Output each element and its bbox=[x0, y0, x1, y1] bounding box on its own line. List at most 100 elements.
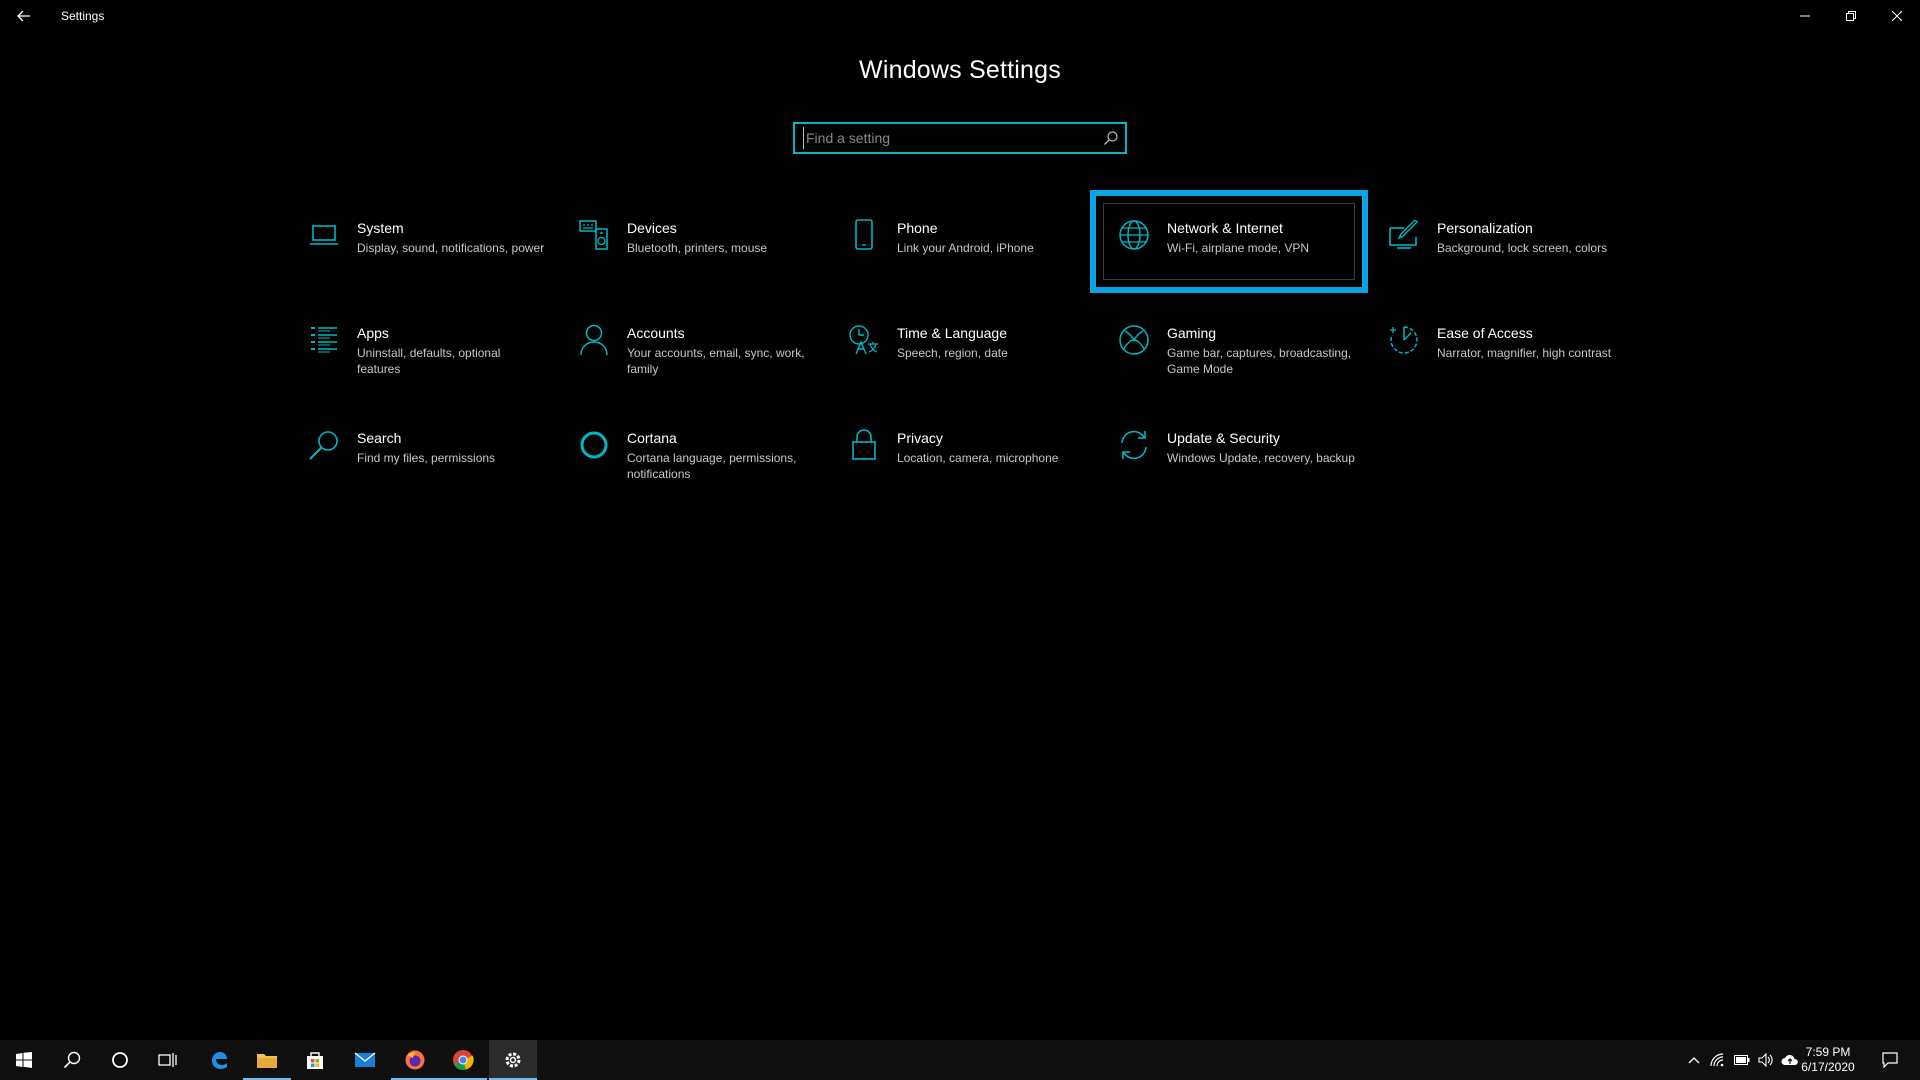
store-button[interactable] bbox=[291, 1040, 339, 1080]
restore-icon bbox=[1846, 11, 1856, 21]
task-view-button[interactable] bbox=[144, 1040, 192, 1080]
category-name: Privacy bbox=[897, 430, 943, 446]
category-personalization[interactable]: Personalization Background, lock screen,… bbox=[1387, 218, 1647, 308]
category-desc: Link your Android, iPhone bbox=[897, 241, 1034, 255]
category-update-security[interactable]: Update & Security Windows Update, recove… bbox=[1117, 428, 1377, 518]
category-name: Phone bbox=[897, 220, 938, 236]
search-box[interactable] bbox=[793, 122, 1127, 154]
clock-date: 6/17/2020 bbox=[1801, 1060, 1855, 1074]
category-name: Apps bbox=[357, 325, 389, 341]
gear-icon bbox=[505, 1052, 521, 1068]
category-name: Devices bbox=[627, 220, 677, 236]
category-desc: Uninstall, defaults, optional features bbox=[357, 346, 501, 376]
category-system[interactable]: System Display, sound, notifications, po… bbox=[307, 218, 567, 308]
close-button[interactable] bbox=[1874, 0, 1920, 32]
xbox-icon bbox=[1117, 323, 1151, 357]
firefox-icon bbox=[405, 1050, 425, 1070]
notification-icon bbox=[1882, 1052, 1898, 1068]
page-title: Windows Settings bbox=[859, 56, 1061, 84]
category-name: Personalization bbox=[1437, 220, 1533, 236]
ease-of-access-icon bbox=[1387, 323, 1421, 357]
category-name: Gaming bbox=[1167, 325, 1217, 341]
category-phone[interactable]: Phone Link your Android, iPhone bbox=[847, 218, 1107, 308]
mail-icon bbox=[354, 1052, 376, 1067]
category-desc: Narrator, magnifier, high contrast bbox=[1437, 346, 1612, 360]
keyboard-speaker-icon bbox=[577, 218, 611, 252]
cortana-button[interactable] bbox=[96, 1040, 144, 1080]
category-apps[interactable]: Apps Uninstall, defaults, optional featu… bbox=[307, 323, 567, 413]
volume-tray-button[interactable] bbox=[1754, 1040, 1778, 1080]
edge-icon bbox=[212, 1052, 227, 1069]
category-name: Time & Language bbox=[897, 325, 1007, 341]
category-time-language[interactable]: Time & Language Speech, region, date bbox=[847, 323, 1107, 413]
search-icon bbox=[63, 1051, 81, 1069]
wifi-icon bbox=[1710, 1053, 1724, 1067]
category-desc: Bluetooth, printers, mouse bbox=[627, 241, 768, 255]
firefox-button[interactable] bbox=[391, 1040, 439, 1080]
minimize-button[interactable] bbox=[1782, 0, 1828, 32]
restore-button[interactable] bbox=[1828, 0, 1874, 32]
edge-button[interactable] bbox=[195, 1040, 243, 1080]
category-search[interactable]: Search Find my files, permissions bbox=[307, 428, 567, 518]
show-hidden-icons-button[interactable] bbox=[1682, 1040, 1706, 1080]
category-desc: Cortana language, permissions, notificat… bbox=[627, 451, 797, 481]
category-desc: Speech, region, date bbox=[897, 346, 1008, 360]
settings-button[interactable] bbox=[489, 1040, 537, 1080]
lock-icon bbox=[847, 428, 881, 462]
category-ease-of-access[interactable]: Ease of Access Narrator, magnifier, high… bbox=[1387, 323, 1647, 413]
start-button[interactable] bbox=[0, 1040, 48, 1080]
task-view-icon bbox=[158, 1053, 177, 1067]
category-desc: Background, lock screen, colors bbox=[1437, 241, 1608, 255]
category-desc: Display, sound, notifications, power bbox=[357, 241, 545, 255]
back-arrow-icon bbox=[17, 10, 30, 22]
category-name: Network & Internet bbox=[1167, 220, 1283, 236]
chevron-up-icon bbox=[1688, 1057, 1700, 1064]
action-center-button[interactable] bbox=[1870, 1040, 1910, 1080]
phone-icon bbox=[847, 218, 881, 252]
clock-time: 7:59 PM bbox=[1805, 1045, 1851, 1059]
globe-icon bbox=[1117, 218, 1151, 252]
file-explorer-button[interactable] bbox=[243, 1040, 291, 1080]
window-title: Settings bbox=[61, 9, 105, 23]
battery-tray-button[interactable] bbox=[1730, 1040, 1754, 1080]
time-language-icon bbox=[847, 323, 881, 357]
battery-icon bbox=[1734, 1055, 1750, 1065]
back-button[interactable] bbox=[10, 0, 38, 32]
category-desc: Windows Update, recovery, backup bbox=[1167, 451, 1355, 465]
windows-logo-icon bbox=[16, 1052, 32, 1068]
category-accounts[interactable]: Accounts Your accounts, email, sync, wor… bbox=[577, 323, 837, 413]
category-desc: Location, camera, microphone bbox=[897, 451, 1059, 465]
category-privacy[interactable]: Privacy Location, camera, microphone bbox=[847, 428, 1107, 518]
store-icon bbox=[307, 1052, 323, 1069]
list-icon bbox=[307, 323, 341, 357]
search-button[interactable] bbox=[48, 1040, 96, 1080]
mail-button[interactable] bbox=[341, 1040, 389, 1080]
search-input[interactable] bbox=[803, 127, 1083, 149]
category-name: Search bbox=[357, 430, 402, 446]
folder-icon bbox=[257, 1054, 277, 1068]
cortana-circle-icon bbox=[112, 1052, 128, 1068]
category-name: Cortana bbox=[627, 430, 677, 446]
clock[interactable]: 7:59 PM 6/17/2020 bbox=[1788, 1045, 1868, 1075]
cortana-icon bbox=[577, 428, 611, 462]
category-name: Update & Security bbox=[1167, 430, 1280, 446]
category-gaming[interactable]: Gaming Game bar, captures, broadcasting,… bbox=[1117, 323, 1377, 413]
pen-display-icon bbox=[1387, 218, 1421, 252]
close-icon bbox=[1892, 11, 1902, 21]
network-tray-button[interactable] bbox=[1706, 1040, 1730, 1080]
laptop-icon bbox=[307, 218, 341, 252]
category-cortana[interactable]: Cortana Cortana language, permissions, n… bbox=[577, 428, 837, 518]
chrome-icon bbox=[453, 1050, 474, 1070]
category-desc: Your accounts, email, sync, work, family bbox=[627, 346, 805, 376]
chrome-button[interactable] bbox=[439, 1040, 487, 1080]
category-desc: Find my files, permissions bbox=[357, 451, 496, 465]
person-icon bbox=[577, 323, 611, 357]
minimize-icon bbox=[1800, 15, 1810, 17]
category-devices[interactable]: Devices Bluetooth, printers, mouse bbox=[577, 218, 837, 308]
category-name: Ease of Access bbox=[1437, 325, 1533, 341]
category-network-internet[interactable]: Network & Internet Wi-Fi, airplane mode,… bbox=[1117, 218, 1377, 308]
category-desc: Game bar, captures, broadcasting, Game M… bbox=[1167, 346, 1352, 376]
search-icon[interactable] bbox=[1103, 130, 1119, 146]
refresh-icon bbox=[1117, 428, 1151, 462]
category-name: Accounts bbox=[627, 325, 685, 341]
